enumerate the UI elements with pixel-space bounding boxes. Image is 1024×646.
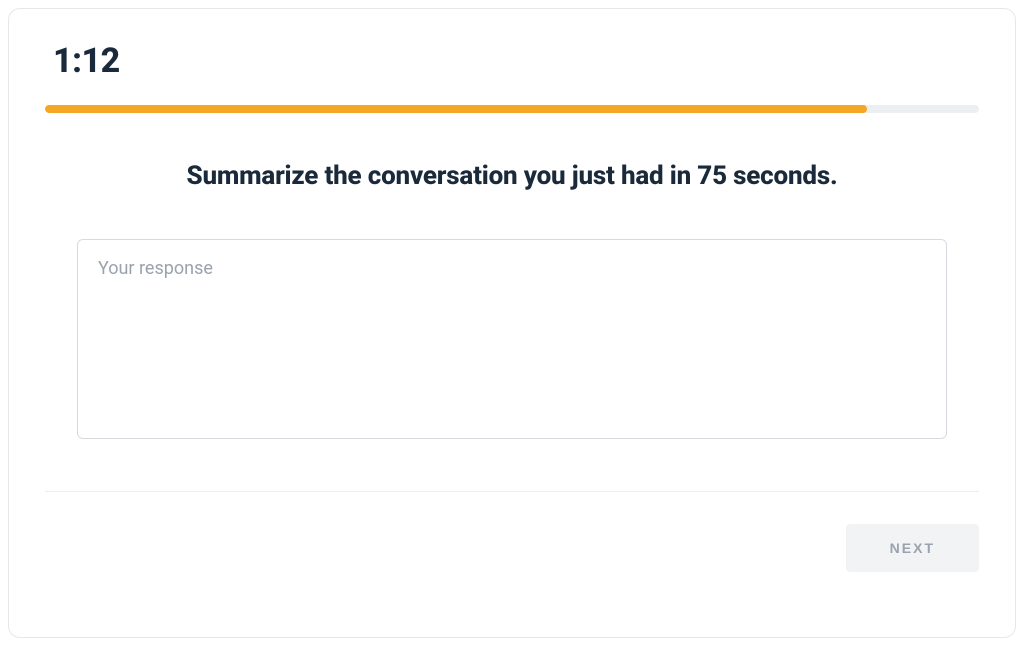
question-card: 1:12 Summarize the conversation you just… — [8, 8, 1016, 638]
progress-bar — [45, 105, 979, 113]
response-input[interactable] — [77, 239, 947, 439]
prompt-text: Summarize the conversation you just had … — [45, 161, 979, 191]
footer: NEXT — [45, 492, 979, 572]
timer: 1:12 — [53, 41, 979, 81]
response-container — [45, 239, 979, 443]
progress-fill — [45, 105, 867, 113]
next-button[interactable]: NEXT — [846, 524, 979, 572]
